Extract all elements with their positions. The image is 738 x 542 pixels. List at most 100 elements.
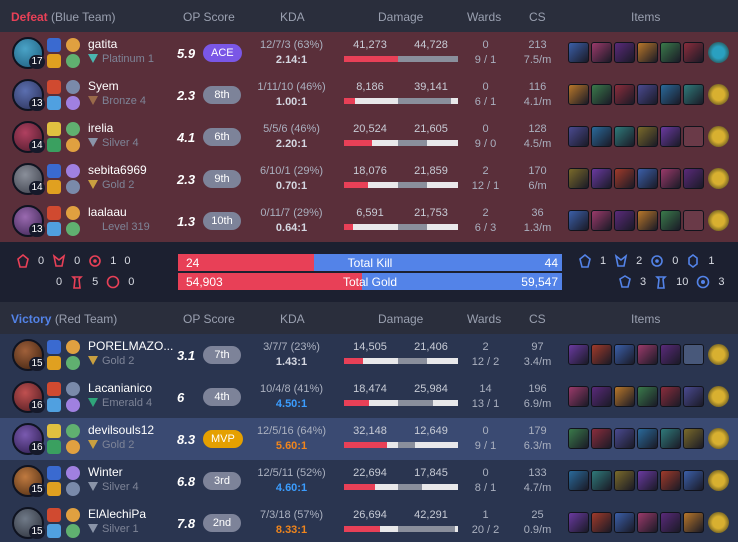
item-icon[interactable]: [683, 470, 704, 491]
item-icon[interactable]: [591, 210, 612, 231]
item-icon[interactable]: [568, 210, 589, 231]
item-icon[interactable]: [614, 428, 635, 449]
secondary-rune-icon[interactable]: [66, 482, 80, 496]
item-icon[interactable]: [637, 210, 658, 231]
primary-rune-icon[interactable]: [66, 508, 80, 522]
item-icon[interactable]: [568, 42, 589, 63]
trinket-icon[interactable]: [708, 84, 729, 105]
summoner-spell-1-icon[interactable]: [47, 508, 61, 522]
item-icon[interactable]: [568, 168, 589, 189]
item-icon[interactable]: [637, 428, 658, 449]
item-icon[interactable]: [568, 470, 589, 491]
player-row[interactable]: 15 Winter Silver 4 6.8 3rd 12/5/11 (52%) 4.60:…: [0, 460, 738, 502]
item-icon[interactable]: [568, 84, 589, 105]
item-icon[interactable]: [683, 42, 704, 63]
item-icon[interactable]: [683, 168, 704, 189]
summoner-spell-1-icon[interactable]: [47, 38, 61, 52]
summoner-spell-1-icon[interactable]: [47, 206, 61, 220]
item-icon[interactable]: [660, 344, 681, 365]
trinket-icon[interactable]: [708, 344, 729, 365]
primary-rune-icon[interactable]: [66, 340, 80, 354]
primary-rune-icon[interactable]: [66, 206, 80, 220]
secondary-rune-icon[interactable]: [66, 356, 80, 370]
player-row[interactable]: 16 devilsouls12 Gold 2 8.3 MVP 12/5/16 (64%) 5…: [0, 418, 738, 460]
summoner-spell-2-icon[interactable]: [47, 54, 61, 68]
summoner-name[interactable]: irelia: [88, 121, 113, 135]
item-icon[interactable]: [614, 84, 635, 105]
item-icon[interactable]: [614, 344, 635, 365]
summoner-spell-2-icon[interactable]: [47, 222, 61, 236]
trinket-icon[interactable]: [708, 126, 729, 147]
summoner-name[interactable]: PORELMAZO...: [88, 339, 173, 353]
summoner-spell-1-icon[interactable]: [47, 424, 61, 438]
item-icon[interactable]: [568, 512, 589, 533]
secondary-rune-icon[interactable]: [66, 96, 80, 110]
item-icon[interactable]: [614, 126, 635, 147]
trinket-icon[interactable]: [708, 42, 729, 63]
summoner-spell-2-icon[interactable]: [47, 180, 61, 194]
player-row[interactable]: 13 Syem Bronze 4 2.3 8th 1/11/10 (46%) 1.00:1 8…: [0, 74, 738, 116]
item-icon[interactable]: [591, 84, 612, 105]
item-icon[interactable]: [614, 386, 635, 407]
player-row[interactable]: 14 irelia Silver 4 4.1 6th 5/5/6 (46%) 2.20:1 2…: [0, 116, 738, 158]
primary-rune-icon[interactable]: [66, 164, 80, 178]
item-icon[interactable]: [568, 428, 589, 449]
trinket-icon[interactable]: [708, 168, 729, 189]
summoner-spell-2-icon[interactable]: [47, 138, 61, 152]
item-icon[interactable]: [591, 512, 612, 533]
item-icon[interactable]: [591, 386, 612, 407]
secondary-rune-icon[interactable]: [66, 54, 80, 68]
summoner-name[interactable]: Lacanianico: [88, 381, 152, 395]
item-icon[interactable]: [591, 470, 612, 491]
trinket-icon[interactable]: [708, 210, 729, 231]
item-icon[interactable]: [683, 512, 704, 533]
summoner-name[interactable]: laalaau: [88, 205, 127, 219]
item-icon[interactable]: [614, 512, 635, 533]
summoner-name[interactable]: sebita6969: [88, 163, 147, 177]
item-icon[interactable]: [660, 126, 681, 147]
item-icon[interactable]: [591, 428, 612, 449]
item-icon[interactable]: [568, 344, 589, 365]
item-icon[interactable]: [660, 210, 681, 231]
trinket-icon[interactable]: [708, 512, 729, 533]
primary-rune-icon[interactable]: [66, 80, 80, 94]
summoner-spell-1-icon[interactable]: [47, 164, 61, 178]
summoner-name[interactable]: gatita: [88, 37, 117, 51]
player-row[interactable]: 16 Lacanianico Emerald 4 6 4th 10/4/8 (41%) 4.…: [0, 376, 738, 418]
secondary-rune-icon[interactable]: [66, 138, 80, 152]
summoner-name[interactable]: devilsouls12: [88, 423, 154, 437]
summoner-spell-1-icon[interactable]: [47, 122, 61, 136]
item-icon[interactable]: [637, 126, 658, 147]
secondary-rune-icon[interactable]: [66, 398, 80, 412]
item-icon[interactable]: [637, 42, 658, 63]
item-icon[interactable]: [660, 168, 681, 189]
item-icon[interactable]: [660, 42, 681, 63]
item-icon[interactable]: [637, 386, 658, 407]
primary-rune-icon[interactable]: [66, 122, 80, 136]
player-row[interactable]: 13 laalaau Level 319 1.3 10th 0/11/7 (29%) 0.6…: [0, 200, 738, 242]
item-icon[interactable]: [568, 126, 589, 147]
item-icon[interactable]: [591, 126, 612, 147]
item-icon[interactable]: [683, 84, 704, 105]
item-icon[interactable]: [683, 386, 704, 407]
summoner-spell-2-icon[interactable]: [47, 398, 61, 412]
item-icon[interactable]: [637, 470, 658, 491]
summoner-spell-1-icon[interactable]: [47, 340, 61, 354]
player-row[interactable]: 15 ElAlechiPa Silver 1 7.8 2nd 7/3/18 (57%) 8.…: [0, 502, 738, 542]
summoner-spell-1-icon[interactable]: [47, 80, 61, 94]
item-icon[interactable]: [614, 470, 635, 491]
item-icon[interactable]: [683, 428, 704, 449]
primary-rune-icon[interactable]: [66, 382, 80, 396]
summoner-spell-1-icon[interactable]: [47, 466, 61, 480]
item-icon[interactable]: [660, 84, 681, 105]
secondary-rune-icon[interactable]: [66, 524, 80, 538]
primary-rune-icon[interactable]: [66, 38, 80, 52]
player-row[interactable]: 17 gatita Platinum 1 5.9 ACE 12/7/3 (63%) 2.14…: [0, 32, 738, 74]
item-icon[interactable]: [591, 344, 612, 365]
item-icon[interactable]: [660, 386, 681, 407]
item-icon[interactable]: [637, 84, 658, 105]
item-icon[interactable]: [591, 168, 612, 189]
item-icon[interactable]: [614, 168, 635, 189]
trinket-icon[interactable]: [708, 428, 729, 449]
player-row[interactable]: 15 PORELMAZO... Gold 2 3.1 7th 3/7/7 (23%) 1.4…: [0, 334, 738, 376]
